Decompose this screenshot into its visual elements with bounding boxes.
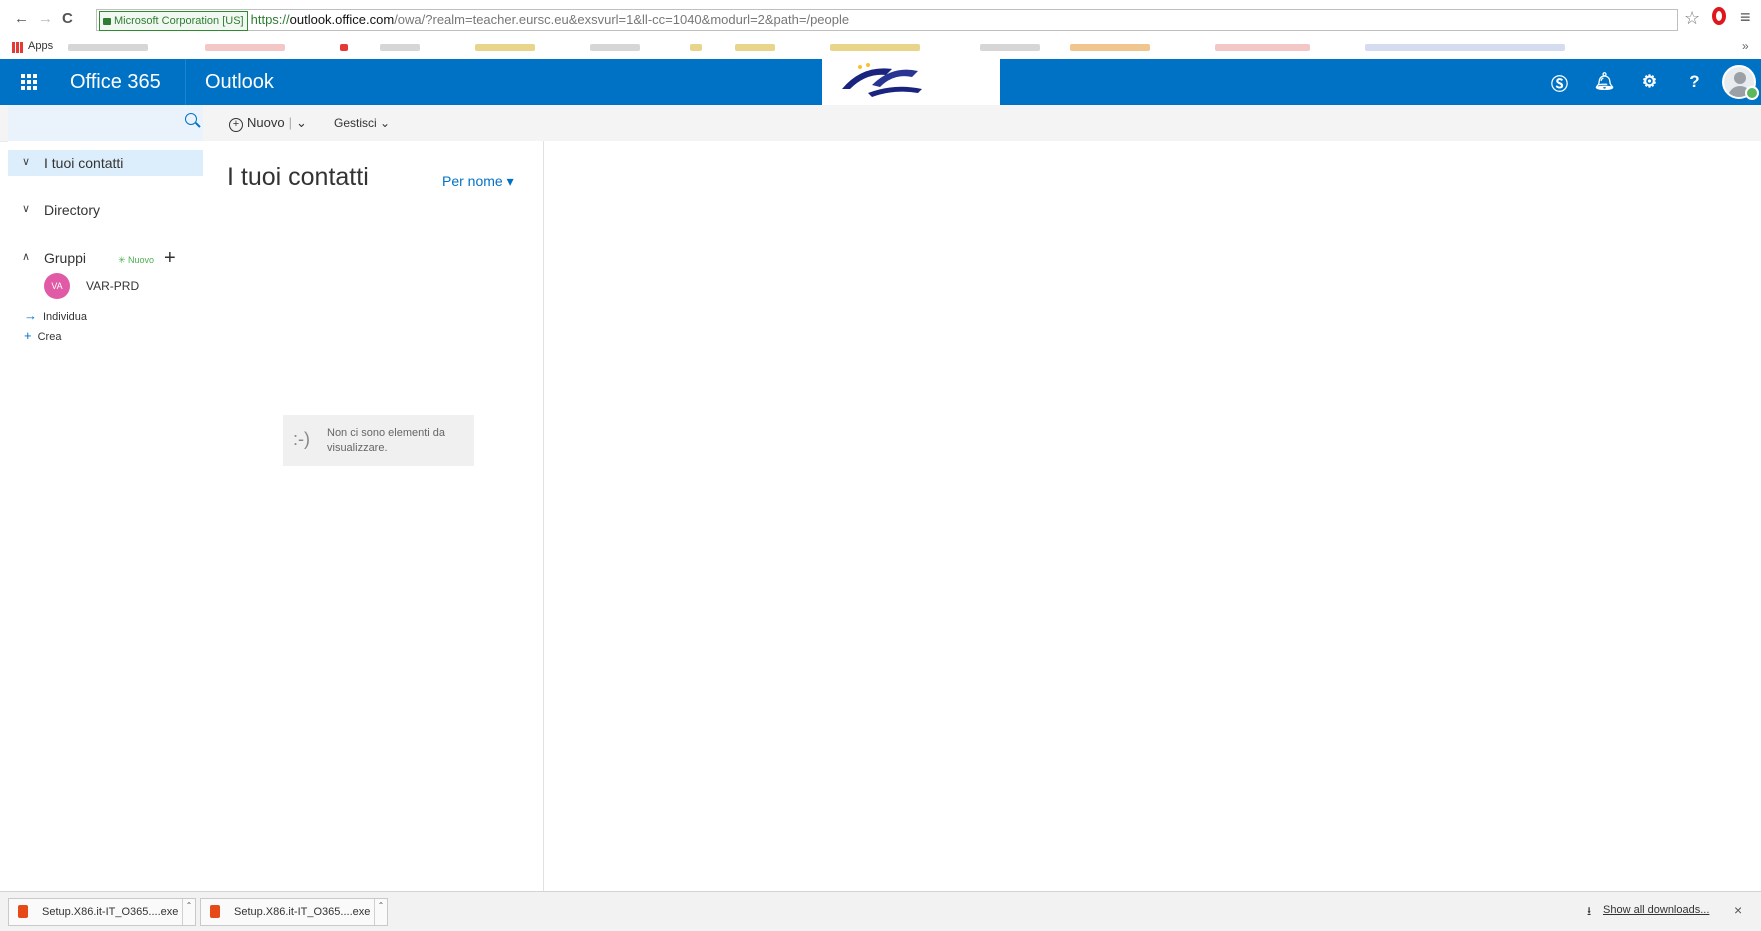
chevron-down-icon[interactable]: ⌄ <box>296 115 307 130</box>
list-title: I tuoi contatti <box>227 163 369 191</box>
download-icon: ⭳ <box>1587 904 1592 918</box>
add-circle-icon: + <box>229 118 243 132</box>
skype-icon: Ⓢ <box>1551 74 1568 94</box>
bookmark-item[interactable] <box>1365 44 1565 51</box>
forward-icon[interactable]: → <box>38 10 53 27</box>
opera-icon[interactable] <box>1712 7 1726 25</box>
download-options-icon[interactable]: ⌃ <box>374 899 387 925</box>
empty-state: :-) Non ci sono elementi da visualizzare… <box>283 415 474 466</box>
download-shelf: Setup.X86.it-IT_O365....exe ⌃ Setup.X86.… <box>0 891 1761 931</box>
sort-dropdown[interactable]: Per nome ▾ <box>442 173 514 190</box>
bookmark-item[interactable] <box>1070 44 1150 51</box>
suite-divider <box>185 59 186 105</box>
reading-pane <box>544 141 1761 891</box>
download-filename: Setup.X86.it-IT_O365....exe <box>42 906 179 918</box>
bookmarks-overflow-icon[interactable]: » <box>1742 39 1749 53</box>
suite-bar: Office 365 Outlook Ⓢ 🔔︎ ⚙ ? <box>0 59 1761 105</box>
bookmark-item[interactable] <box>590 44 640 51</box>
ev-certificate-badge[interactable]: Microsoft Corporation [US] <box>99 11 248 31</box>
bookmarks-bar: Apps » <box>0 36 1761 60</box>
waffle-icon <box>21 74 37 90</box>
app-launcher-button[interactable] <box>0 59 58 105</box>
suite-actions: Ⓢ 🔔︎ ⚙ ? <box>1537 59 1761 105</box>
account-button[interactable] <box>1717 59 1761 105</box>
bookmark-item[interactable] <box>475 44 535 51</box>
bookmark-item[interactable] <box>340 44 348 51</box>
split-divider: | <box>288 115 292 130</box>
brand-title[interactable]: Office 365 <box>70 71 161 94</box>
create-group-link[interactable]: + Crea <box>24 328 61 343</box>
search-icon[interactable] <box>185 113 197 125</box>
left-nav: « ∨ I tuoi contatti ∨ Directory ∧ Gruppi… <box>8 141 204 891</box>
bookmark-star-icon[interactable]: ☆ <box>1684 8 1700 29</box>
command-bar: + Nuovo | ⌄ Gestisci ⌄ <box>0 105 1761 142</box>
presence-status-icon <box>1745 86 1759 100</box>
group-avatar: VA <box>44 273 70 299</box>
empty-message: Non ci sono elementi da visualizzare. <box>327 427 446 454</box>
office-file-icon <box>18 905 28 918</box>
settings-button[interactable]: ⚙ <box>1627 59 1672 105</box>
arrow-right-icon: → <box>24 308 37 323</box>
new-badge: ✳ Nuovo <box>118 255 155 265</box>
nav-directory[interactable]: ∨ Directory <box>8 197 203 223</box>
nav-groups[interactable]: ∧ Gruppi ✳ Nuovo + <box>8 245 203 271</box>
download-item[interactable]: Setup.X86.it-IT_O365....exe ⌃ <box>8 898 196 926</box>
manage-button[interactable]: Gestisci ⌄ <box>334 116 390 130</box>
back-icon[interactable]: ← <box>14 10 29 27</box>
show-all-downloads-link[interactable]: Show all downloads... <box>1603 904 1709 916</box>
contacts-list-pane: I tuoi contatti Per nome ▾ :-) Non ci so… <box>203 141 544 891</box>
plus-icon: + <box>24 328 32 343</box>
bookmark-item[interactable] <box>205 44 285 51</box>
school-logo <box>822 59 1000 105</box>
bookmark-item[interactable] <box>980 44 1040 51</box>
find-group-link[interactable]: → Individua <box>24 308 87 323</box>
url-host: outlook.office.com <box>289 12 395 27</box>
smiley-icon: :-) <box>293 429 310 449</box>
skype-button[interactable]: Ⓢ <box>1537 59 1582 105</box>
bookmark-item[interactable] <box>380 44 420 51</box>
url-scheme: https:// <box>250 12 290 27</box>
gear-icon: ⚙ <box>1641 72 1658 91</box>
bell-icon: 🔔︎ <box>1593 72 1616 91</box>
chevron-down-icon[interactable]: ∨ <box>22 155 30 168</box>
bookmark-item[interactable] <box>830 44 920 51</box>
search-input[interactable] <box>8 105 203 141</box>
lock-icon <box>103 17 111 25</box>
chevron-down-icon[interactable]: ∨ <box>22 202 30 215</box>
download-filename: Setup.X86.it-IT_O365....exe <box>234 906 371 918</box>
add-group-button[interactable]: + <box>164 247 176 270</box>
app-title[interactable]: Outlook <box>205 71 274 94</box>
address-bar[interactable]: Microsoft Corporation [US] https://outloo… <box>96 9 1678 31</box>
group-name: VAR-PRD <box>86 279 140 293</box>
chevron-down-icon: ⌄ <box>380 116 391 130</box>
download-options-icon[interactable]: ⌃ <box>182 899 195 925</box>
browser-toolbar: ← → C Microsoft Corporation [US] https://… <box>0 0 1761 37</box>
logo-emblem-icon <box>842 63 922 97</box>
browser-menu-icon[interactable]: ≡ <box>1740 7 1751 28</box>
url-path: /owa/?realm=teacher.eursc.eu&exsvurl=1&l… <box>394 12 850 27</box>
reload-icon[interactable]: C <box>62 10 73 27</box>
chevron-up-icon[interactable]: ∧ <box>22 250 30 263</box>
nav-my-contacts[interactable]: ∨ I tuoi contatti <box>8 150 203 176</box>
bookmark-item[interactable] <box>1215 44 1310 51</box>
help-button[interactable]: ? <box>1672 59 1717 105</box>
office-file-icon <box>210 905 220 918</box>
new-button[interactable]: + Nuovo | ⌄ <box>229 115 307 132</box>
apps-bookmark[interactable]: Apps <box>28 40 53 52</box>
bookmark-item[interactable] <box>690 44 702 51</box>
download-item[interactable]: Setup.X86.it-IT_O365....exe ⌃ <box>200 898 388 926</box>
bookmark-item[interactable] <box>68 44 148 51</box>
caret-down-icon: ▾ <box>506 173 514 189</box>
notifications-button[interactable]: 🔔︎ <box>1582 59 1627 105</box>
close-icon[interactable]: × <box>1734 902 1742 918</box>
apps-grid-icon[interactable] <box>12 42 23 53</box>
bookmark-item[interactable] <box>735 44 775 51</box>
help-icon: ? <box>1689 72 1700 91</box>
